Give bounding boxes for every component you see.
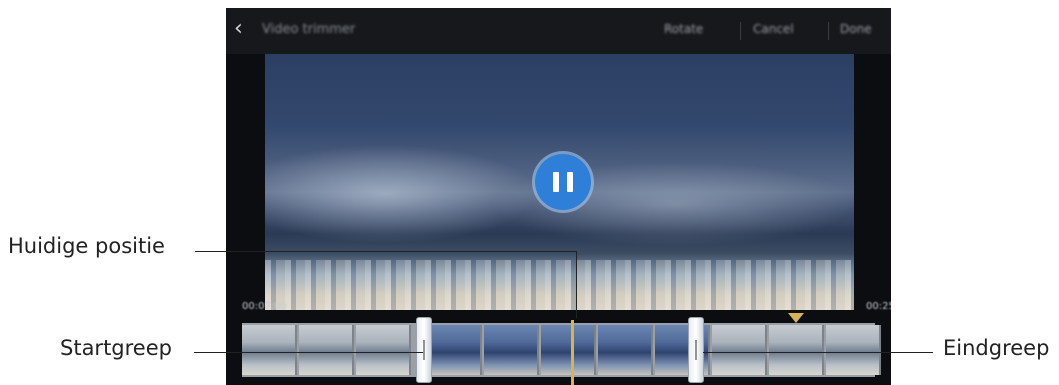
callout-line bbox=[194, 352, 423, 353]
divider bbox=[828, 22, 829, 40]
callout-line bbox=[195, 251, 576, 252]
timeline-frame bbox=[769, 325, 824, 375]
timeline-frame bbox=[484, 325, 539, 375]
cancel-button[interactable]: Cancel bbox=[753, 22, 794, 36]
playhead-marker[interactable] bbox=[788, 313, 804, 323]
timeline-frame bbox=[299, 325, 354, 375]
timeline-frame bbox=[427, 325, 482, 375]
beach-scene bbox=[265, 260, 854, 310]
timeline-frame bbox=[826, 325, 881, 375]
timeline-frame bbox=[242, 325, 297, 375]
frame-timeline[interactable] bbox=[242, 323, 881, 377]
timeline-frame bbox=[356, 325, 411, 375]
end-time: 00:25 bbox=[866, 301, 891, 312]
chevron-left-icon[interactable]: ‹ bbox=[234, 18, 243, 40]
end-handle[interactable] bbox=[688, 317, 704, 383]
callout-end-handle: Eindgreep bbox=[943, 336, 1050, 360]
current-time: 00:07:00 bbox=[242, 301, 287, 312]
pause-button[interactable] bbox=[535, 154, 591, 210]
timeline-frame bbox=[541, 325, 596, 375]
pause-icon bbox=[567, 172, 573, 192]
playhead[interactable] bbox=[571, 320, 574, 385]
callout-current-position: Huidige positie bbox=[8, 234, 165, 258]
screen-title: Video trimmer bbox=[262, 22, 356, 37]
callout-line bbox=[576, 251, 577, 318]
timeline-frame bbox=[598, 325, 653, 375]
rotate-button[interactable]: Rotate bbox=[664, 22, 703, 36]
app-bar: ‹ Video trimmer Rotate Cancel Done bbox=[226, 8, 891, 54]
callout-line bbox=[703, 352, 933, 353]
done-button[interactable]: Done bbox=[840, 22, 872, 36]
callout-start-handle: Startgreep bbox=[60, 336, 172, 360]
start-handle[interactable] bbox=[416, 317, 432, 383]
pause-icon bbox=[553, 172, 559, 192]
divider bbox=[740, 22, 741, 40]
timeline-frame bbox=[712, 325, 767, 375]
